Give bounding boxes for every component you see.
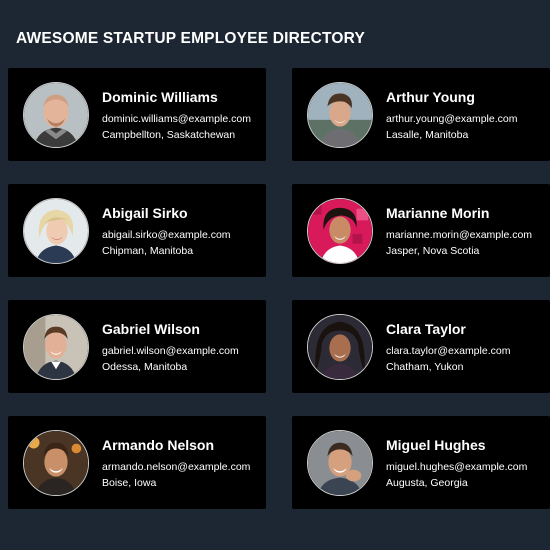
employee-location: Boise, Iowa — [102, 477, 157, 489]
employee-location: Augusta, Georgia — [386, 477, 468, 489]
employee-avatar — [23, 82, 89, 148]
employee-name: Clara Taylor — [386, 321, 466, 337]
employee-name: Marianne Morin — [386, 205, 490, 221]
employee-email: arthur.young@example.com — [386, 113, 518, 125]
employee-name: Gabriel Wilson — [102, 321, 200, 337]
employee-email: dominic.williams@example.com — [102, 113, 251, 125]
employee-email: miguel.hughes@example.com — [386, 461, 528, 473]
employee-email: abigail.sirko@example.com — [102, 229, 231, 241]
employee-grid: Dominic Williams dominic.williams@exampl… — [8, 68, 550, 509]
employee-location: Chatham, Yukon — [386, 361, 464, 373]
employee-avatar — [307, 314, 373, 380]
employee-location: Lasalle, Manitoba — [386, 129, 469, 141]
employee-card[interactable]: Clara Taylor clara.taylor@example.com Ch… — [292, 300, 550, 393]
employee-name: Abigail Sirko — [102, 205, 188, 221]
employee-email: marianne.morin@example.com — [386, 229, 533, 241]
employee-avatar — [23, 430, 89, 496]
employee-name: Armando Nelson — [102, 437, 215, 453]
employee-avatar — [307, 430, 373, 496]
employee-email: clara.taylor@example.com — [386, 345, 511, 357]
employee-card[interactable]: Marianne Morin marianne.morin@example.co… — [292, 184, 550, 277]
employee-email: gabriel.wilson@example.com — [102, 345, 239, 357]
employee-avatar — [23, 314, 89, 380]
employee-card[interactable]: Abigail Sirko abigail.sirko@example.com … — [8, 184, 266, 277]
employee-card[interactable]: Arthur Young arthur.young@example.com La… — [292, 68, 550, 161]
employee-avatar — [307, 198, 373, 264]
employee-name: Miguel Hughes — [386, 437, 486, 453]
employee-name: Dominic Williams — [102, 89, 218, 105]
employee-card[interactable]: Gabriel Wilson gabriel.wilson@example.co… — [8, 300, 266, 393]
page-title: AWESOME STARTUP EMPLOYEE DIRECTORY — [16, 30, 365, 47]
employee-location: Campbellton, Saskatchewan — [102, 129, 236, 141]
employee-location: Jasper, Nova Scotia — [386, 245, 480, 257]
employee-email: armando.nelson@example.com — [102, 461, 251, 473]
employee-name: Arthur Young — [386, 89, 475, 105]
employee-card[interactable]: Armando Nelson armando.nelson@example.co… — [8, 416, 266, 509]
employee-card[interactable]: Miguel Hughes miguel.hughes@example.com … — [292, 416, 550, 509]
employee-card[interactable]: Dominic Williams dominic.williams@exampl… — [8, 68, 266, 161]
employee-location: Odessa, Manitoba — [102, 361, 188, 373]
employee-avatar — [307, 82, 373, 148]
employee-location: Chipman, Manitoba — [102, 245, 194, 257]
employee-avatar — [23, 198, 89, 264]
